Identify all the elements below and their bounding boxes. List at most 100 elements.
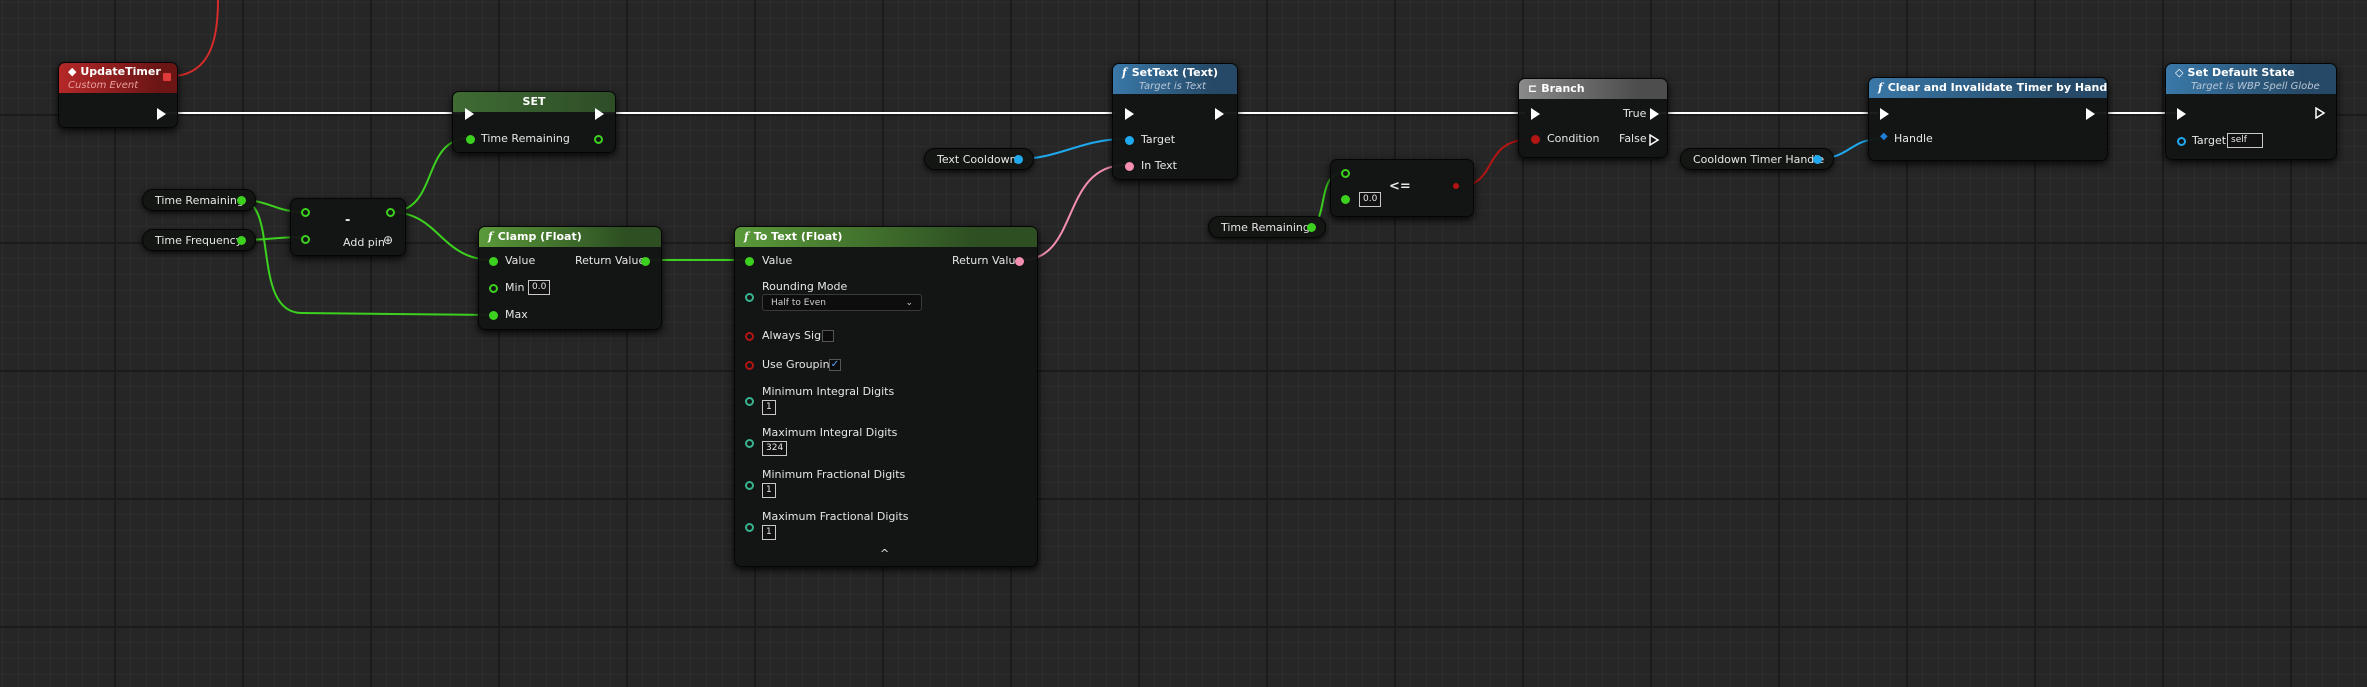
- var-label: Text Cooldown: [937, 153, 1017, 166]
- rounding-mode-pin[interactable]: [745, 293, 754, 302]
- node-subtitle: Target is WBP Spell Globe: [2191, 81, 2320, 92]
- handle-in-pin[interactable]: ◆: [1880, 131, 1888, 142]
- max-fractional-input[interactable]: 1: [762, 525, 776, 540]
- chevron-down-icon: ⌄: [905, 298, 913, 308]
- node-title: To Text (Float): [753, 230, 843, 243]
- var-out-pin[interactable]: [237, 236, 246, 245]
- var-label: Cooldown Timer Handle: [1693, 153, 1825, 166]
- b-in-pin[interactable]: [301, 235, 310, 244]
- function-icon: f: [744, 230, 749, 243]
- set-text-node[interactable]: f SetText (Text) Target is Text Target In…: [1112, 63, 1238, 180]
- min-fractional-pin[interactable]: [745, 481, 754, 490]
- set-text-header: f SetText (Text) Target is Text: [1113, 64, 1237, 94]
- always-sign-pin[interactable]: [745, 332, 754, 341]
- in-text-pin[interactable]: [1125, 162, 1134, 171]
- text-cooldown-getter[interactable]: Text Cooldown: [924, 148, 1034, 170]
- time-frequency-getter[interactable]: Time Frequency: [142, 229, 256, 251]
- time-remaining-out-pin[interactable]: [594, 135, 603, 144]
- checkmark-icon: ✓: [830, 359, 840, 370]
- value-in-pin[interactable]: [489, 257, 498, 266]
- max-fractional-pin[interactable]: [745, 523, 754, 532]
- min-fractional-input[interactable]: 1: [762, 483, 776, 498]
- a-in-pin[interactable]: [301, 208, 310, 217]
- min-in-pin[interactable]: [489, 284, 498, 293]
- var-label: Time Remaining: [1221, 221, 1310, 234]
- delegate-pin[interactable]: [163, 73, 171, 81]
- var-out-pin[interactable]: [1307, 223, 1316, 232]
- exec-in-pin[interactable]: [1531, 108, 1540, 120]
- rounding-mode-dropdown[interactable]: Half to Even ⌄: [762, 294, 922, 311]
- pin-label: Handle: [1894, 132, 1933, 145]
- exec-in-pin[interactable]: [1880, 108, 1889, 120]
- exec-in-pin[interactable]: [465, 108, 474, 120]
- target-in-pin[interactable]: [1125, 136, 1134, 145]
- use-grouping-pin[interactable]: [745, 361, 754, 370]
- set-default-header: ◇ Set Default State Target is WBP Spell G…: [2166, 64, 2336, 94]
- target-self-input[interactable]: self: [2227, 133, 2263, 148]
- condition-in-pin[interactable]: [1531, 135, 1540, 144]
- result-out-pin[interactable]: [1453, 183, 1459, 189]
- node-title: Branch: [1541, 82, 1585, 95]
- b-in-pin[interactable]: [1341, 195, 1350, 204]
- max-in-pin[interactable]: [489, 311, 498, 320]
- dropdown-value: Half to Even: [771, 298, 826, 308]
- min-value-input[interactable]: 0.0: [528, 280, 551, 295]
- update-timer-event-node[interactable]: ◆ UpdateTimer Custom Event: [58, 62, 178, 128]
- max-integral-pin[interactable]: [745, 439, 754, 448]
- min-integral-pin[interactable]: [745, 397, 754, 406]
- exec-out-pin[interactable]: [1215, 108, 1224, 120]
- exec-in-pin[interactable]: [1125, 108, 1134, 120]
- result-out-pin[interactable]: [386, 208, 395, 217]
- pin-label: Return Value: [952, 254, 1023, 267]
- pin-label: Condition: [1547, 132, 1600, 145]
- var-out-pin[interactable]: [1813, 155, 1822, 164]
- max-integral-input[interactable]: 324: [762, 441, 788, 456]
- branch-icon: ⊏: [1528, 82, 1538, 95]
- pin-label: Value: [505, 254, 536, 267]
- exec-out-pin[interactable]: [2315, 107, 2326, 119]
- pin-label: Max: [505, 308, 528, 321]
- exec-out-pin[interactable]: [157, 108, 166, 120]
- event-wire: [175, 0, 219, 77]
- use-grouping-checkbox[interactable]: ✓: [829, 359, 841, 371]
- node-title: SET: [522, 95, 546, 108]
- clamp-float-node[interactable]: f Clamp (Float) Value Return Value Min 0.…: [478, 226, 662, 330]
- set-variable-node[interactable]: SET Time Remaining: [452, 91, 616, 153]
- node-title: Clamp (Float): [497, 230, 582, 243]
- a-in-pin[interactable]: [1341, 169, 1350, 178]
- time-remaining-getter[interactable]: Time Remaining: [142, 189, 256, 211]
- clear-invalidate-timer-node[interactable]: f Clear and Invalidate Timer by Handle ◆ …: [1868, 77, 2108, 161]
- b-value-input[interactable]: 0.0: [1359, 192, 1382, 207]
- value-in-pin[interactable]: [745, 257, 754, 266]
- plus-circle-icon[interactable]: ⊕: [383, 233, 393, 247]
- exec-out-pin[interactable]: [2086, 108, 2095, 120]
- set-default-state-node[interactable]: ◇ Set Default State Target is WBP Spell G…: [2165, 63, 2337, 160]
- branch-node[interactable]: ⊏ Branch True Condition False: [1518, 78, 1668, 158]
- pin-label: Use Grouping: [762, 358, 837, 371]
- less-equal-node[interactable]: 0.0 <=: [1330, 159, 1474, 217]
- exec-out-pin[interactable]: [595, 108, 604, 120]
- min-integral-input[interactable]: 1: [762, 400, 776, 415]
- var-out-pin[interactable]: [237, 196, 246, 205]
- pin-label: In Text: [1141, 159, 1177, 172]
- var-out-pin[interactable]: [1014, 155, 1023, 164]
- cooldown-timer-handle-getter[interactable]: Cooldown Timer Handle: [1680, 148, 1834, 170]
- return-value-out-pin[interactable]: [1015, 257, 1024, 266]
- target-in-pin[interactable]: [2177, 137, 2186, 146]
- update-timer-header: ◆ UpdateTimer Custom Event: [59, 63, 177, 93]
- branch-header: ⊏ Branch: [1519, 79, 1667, 99]
- subtract-node[interactable]: - Add pin ⊕: [290, 198, 406, 256]
- operator-label: -: [345, 213, 351, 228]
- time-remaining-in-pin[interactable]: [466, 135, 475, 144]
- always-sign-checkbox[interactable]: [822, 330, 834, 342]
- time-remaining-getter[interactable]: Time Remaining: [1208, 216, 1326, 238]
- node-title: UpdateTimer: [80, 65, 161, 78]
- collapse-advanced-button[interactable]: ^: [880, 547, 889, 560]
- false-exec-out-pin[interactable]: [1649, 134, 1660, 146]
- return-value-out-pin[interactable]: [641, 257, 650, 266]
- exec-in-pin[interactable]: [2177, 108, 2186, 120]
- add-pin-label[interactable]: Add pin: [343, 236, 385, 249]
- to-text-float-node[interactable]: f To Text (Float) Value Return Value Roun…: [734, 226, 1038, 567]
- true-exec-out-pin[interactable]: [1650, 108, 1659, 120]
- pin-label: Target: [1141, 133, 1176, 146]
